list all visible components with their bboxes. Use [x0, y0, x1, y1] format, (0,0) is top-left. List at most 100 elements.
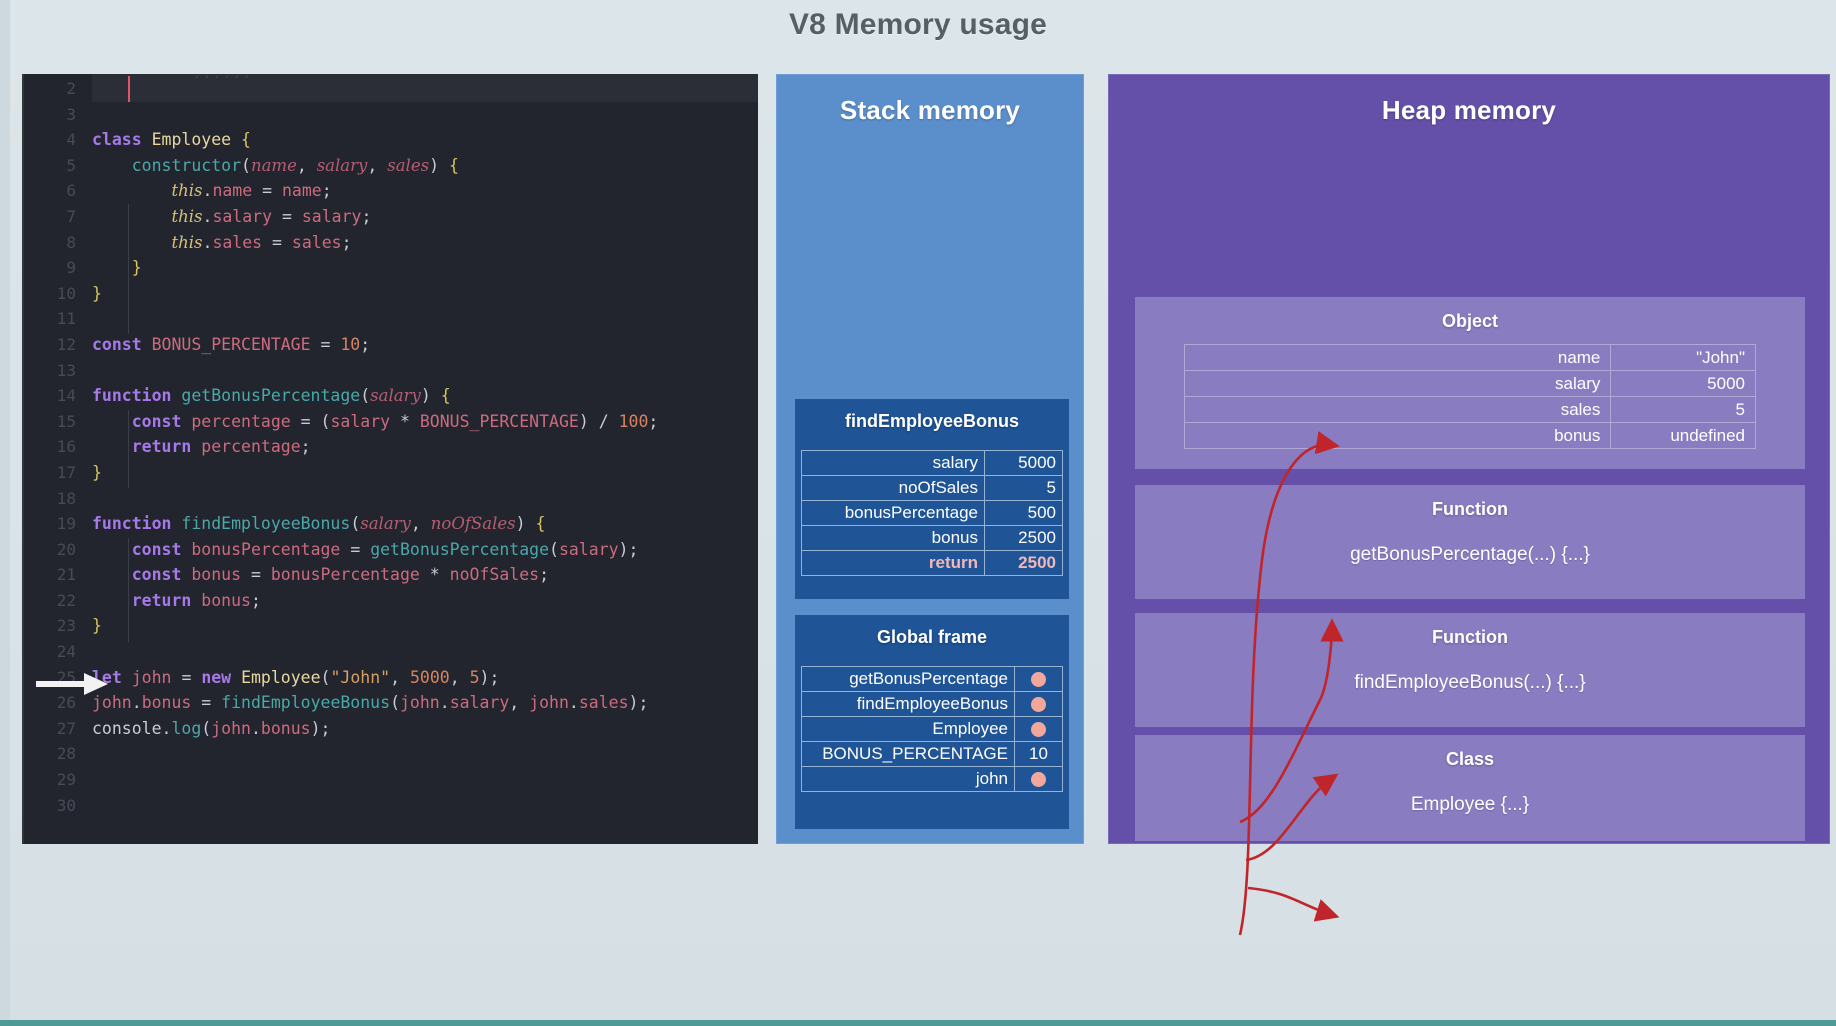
stack-frame-title: findEmployeeBonus — [795, 411, 1069, 432]
heap-property-name: salary — [1185, 371, 1611, 397]
heap-reference-dot-icon — [1031, 672, 1046, 687]
code-line[interactable]: 13 — [24, 358, 758, 384]
heap-property-name: name — [1185, 345, 1611, 371]
stack-variable-name: noOfSales — [802, 476, 985, 501]
stack-variable-row: noOfSales5 — [802, 476, 1063, 501]
line-number: 16 — [24, 434, 92, 460]
stack-variable-value: 2500 — [985, 526, 1063, 551]
stack-variable-name: return — [802, 551, 985, 576]
code-line[interactable]: 26john.bonus = findEmployeeBonus(john.sa… — [24, 690, 758, 716]
line-number: 20 — [24, 537, 92, 563]
line-number: 6 — [24, 178, 92, 204]
code-line[interactable]: 17} — [24, 460, 758, 486]
code-line-text: } — [92, 281, 102, 307]
code-line[interactable]: 21 const bonus = bonusPercentage * noOfS… — [24, 562, 758, 588]
heap-property-row: salary5000 — [1185, 371, 1756, 397]
code-line[interactable]: 2 — [24, 76, 758, 102]
code-line-text: john.bonus = findEmployeeBonus(john.sala… — [92, 690, 648, 716]
line-number: 18 — [24, 486, 92, 512]
stack-variable-name: getBonusPercentage — [802, 667, 1015, 692]
line-number: 27 — [24, 716, 92, 742]
stack-variable-row: return2500 — [802, 551, 1063, 576]
heap-entry-kind: Function — [1135, 613, 1805, 648]
line-number: 4 — [24, 127, 92, 153]
page-title: V8 Memory usage — [0, 8, 1836, 42]
code-line[interactable]: 11 — [24, 306, 758, 332]
stack-variable-value: 5000 — [985, 451, 1063, 476]
stack-variable-row: getBonusPercentage — [802, 667, 1063, 692]
code-line[interactable]: 16 return percentage; — [24, 434, 758, 460]
stack-variable-name: findEmployeeBonus — [802, 692, 1015, 717]
stack-frame-global: Global frame getBonusPercentagefindEmplo… — [795, 615, 1069, 829]
stack-variable-name: Employee — [802, 717, 1015, 742]
bottom-accent-bar — [0, 1020, 1836, 1026]
code-line[interactable]: 29 — [24, 767, 758, 793]
code-editor-content[interactable]: ...... 234class Employee {5 constructor(… — [24, 74, 758, 844]
code-line[interactable]: 8 this.sales = sales; — [24, 230, 758, 256]
code-line-text: } — [92, 255, 142, 281]
stack-variable-row: salary5000 — [802, 451, 1063, 476]
code-line[interactable]: 27console.log(john.bonus); — [24, 716, 758, 742]
code-line[interactable]: 18 — [24, 486, 758, 512]
heap-property-name: bonus — [1185, 423, 1611, 449]
heap-entry-kind: Class — [1135, 735, 1805, 770]
stack-variable-value — [1015, 767, 1063, 792]
code-line-text: return bonus; — [92, 588, 261, 614]
stack-variable-name: john — [802, 767, 1015, 792]
line-number: 10 — [24, 281, 92, 307]
heap-property-row: bonusundefined — [1185, 423, 1756, 449]
code-line[interactable]: 30 — [24, 793, 758, 819]
heap-entry-function-findEmployeeBonus: Function findEmployeeBonus(...) {...} — [1135, 613, 1805, 727]
line-number: 24 — [24, 639, 92, 665]
code-line[interactable]: 14function getBonusPercentage(salary) { — [24, 383, 758, 409]
heap-memory-heading: Heap memory — [1109, 75, 1829, 126]
stack-frame-title: Global frame — [795, 627, 1069, 648]
code-line[interactable]: 5 constructor(name, salary, sales) { — [24, 153, 758, 179]
heap-entry-signature: getBonusPercentage(...) {...} — [1135, 520, 1805, 566]
heap-reference-dot-icon — [1031, 697, 1046, 712]
code-line[interactable]: 15 const percentage = (salary * BONUS_PE… — [24, 409, 758, 435]
left-margin-strip — [0, 0, 10, 1026]
heap-entry-signature: Employee {...} — [1135, 770, 1805, 816]
stack-variable-row: bonusPercentage500 — [802, 501, 1063, 526]
stack-variable-row: john — [802, 767, 1063, 792]
code-line[interactable]: 24 — [24, 639, 758, 665]
code-line[interactable]: 9 } — [24, 255, 758, 281]
code-line[interactable]: 12const BONUS_PERCENTAGE = 10; — [24, 332, 758, 358]
stack-variable-name: bonus — [802, 526, 985, 551]
line-number: 8 — [24, 230, 92, 256]
memory-diagram-page: V8 Memory usage ...... 234class Employee… — [0, 0, 1836, 1026]
heap-property-value: "John" — [1611, 345, 1756, 371]
code-line[interactable]: 19function findEmployeeBonus(salary, noO… — [24, 511, 758, 537]
code-line[interactable]: 23} — [24, 613, 758, 639]
stack-variable-row: BONUS_PERCENTAGE10 — [802, 742, 1063, 767]
code-line-text: const bonus = bonusPercentage * noOfSale… — [92, 562, 549, 588]
code-line[interactable]: 25let john = new Employee("John", 5000, … — [24, 665, 758, 691]
line-number: 23 — [24, 613, 92, 639]
code-line[interactable]: 3 — [24, 102, 758, 128]
heap-entry-kind: Function — [1135, 485, 1805, 520]
line-number: 5 — [24, 153, 92, 179]
stack-frame-findEmployeeBonus: findEmployeeBonus salary5000noOfSales5bo… — [795, 399, 1069, 599]
heap-property-row: name"John" — [1185, 345, 1756, 371]
code-line[interactable]: 20 const bonusPercentage = getBonusPerce… — [24, 537, 758, 563]
code-line[interactable]: 22 return bonus; — [24, 588, 758, 614]
line-number: 14 — [24, 383, 92, 409]
line-number: 19 — [24, 511, 92, 537]
heap-entry-kind: Object — [1135, 297, 1805, 332]
code-line[interactable]: 28 — [24, 741, 758, 767]
line-number: 11 — [24, 306, 92, 332]
stack-frame-variable-table: salary5000noOfSales5bonusPercentage500bo… — [801, 450, 1063, 576]
code-line-text: const bonusPercentage = getBonusPercenta… — [92, 537, 638, 563]
heap-property-value: undefined — [1611, 423, 1756, 449]
code-line-text: } — [92, 613, 102, 639]
code-line-text: class Employee { — [92, 127, 251, 153]
code-line[interactable]: 6 this.name = name; — [24, 178, 758, 204]
code-line[interactable]: 4class Employee { — [24, 127, 758, 153]
code-line[interactable]: 7 this.salary = salary; — [24, 204, 758, 230]
code-line[interactable]: 10} — [24, 281, 758, 307]
stack-variable-name: salary — [802, 451, 985, 476]
stack-variable-name: BONUS_PERCENTAGE — [802, 742, 1015, 767]
code-editor-panel[interactable]: ...... 234class Employee {5 constructor(… — [22, 74, 758, 844]
code-line-text: this.salary = salary; — [92, 204, 371, 230]
